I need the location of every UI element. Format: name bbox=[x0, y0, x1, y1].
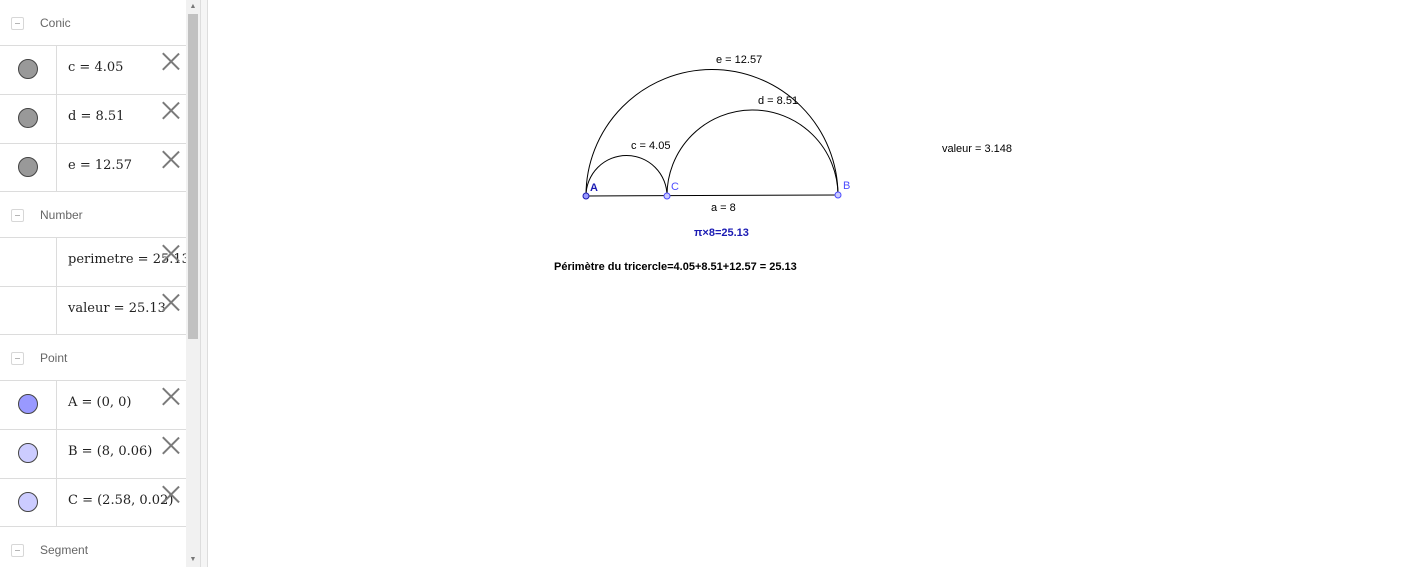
segment-a[interactable] bbox=[585, 194, 839, 197]
label-d: d = 8.51 bbox=[758, 95, 798, 107]
scroll-up-arrow-icon[interactable]: ▲ bbox=[186, 0, 200, 14]
algebra-view: Conic c = 4.05 d = 8.51 e = 12.57 Number… bbox=[0, 0, 186, 567]
delete-B-icon[interactable] bbox=[162, 436, 180, 454]
group-header-segment[interactable]: Segment bbox=[0, 528, 186, 567]
view-splitter[interactable] bbox=[200, 0, 208, 567]
point-A[interactable] bbox=[582, 192, 590, 200]
point-label-B: B bbox=[843, 180, 850, 192]
text-perimeter[interactable]: Périmètre du tricercle=4.05+8.51+12.57 =… bbox=[554, 261, 797, 273]
delete-e-icon[interactable] bbox=[162, 150, 180, 168]
group-title-point: Point bbox=[40, 351, 68, 365]
collapse-segment-icon[interactable] bbox=[11, 543, 24, 557]
group-header-conic[interactable]: Conic bbox=[0, 1, 186, 45]
algebra-row-d[interactable]: d = 8.51 bbox=[0, 94, 186, 143]
marble-cell bbox=[0, 46, 57, 94]
group-title-segment: Segment bbox=[40, 543, 89, 557]
visibility-toggle-A[interactable] bbox=[18, 394, 38, 414]
visibility-toggle-B[interactable] bbox=[18, 443, 38, 463]
graphics-canvas[interactable]: A C B e = 12.57 d = 8.51 c = 4.05 a = 8 … bbox=[208, 0, 1409, 567]
group-header-number[interactable]: Number bbox=[0, 193, 186, 237]
algebra-row-B[interactable]: B = (8, 0.06) bbox=[0, 429, 186, 478]
scroll-down-arrow-icon[interactable]: ▼ bbox=[186, 553, 200, 567]
marble-cell bbox=[0, 381, 57, 429]
group-title-number: Number bbox=[40, 208, 83, 222]
point-label-C: C bbox=[671, 181, 679, 193]
collapse-number-icon[interactable] bbox=[11, 208, 24, 222]
marble-cell bbox=[0, 95, 57, 143]
point-label-A: A bbox=[590, 182, 598, 194]
group-header-point[interactable]: Point bbox=[0, 336, 186, 380]
visibility-toggle-e[interactable] bbox=[18, 157, 38, 177]
marble-cell bbox=[0, 238, 57, 286]
algebra-text-C[interactable]: C = (2.58, 0.02) bbox=[68, 493, 173, 508]
algebra-text-e[interactable]: e = 12.57 bbox=[68, 158, 132, 173]
algebra-text-c[interactable]: c = 4.05 bbox=[68, 60, 123, 75]
delete-C-icon[interactable] bbox=[162, 485, 180, 503]
algebra-text-d[interactable]: d = 8.51 bbox=[68, 109, 124, 124]
semicircle-d[interactable] bbox=[666, 109, 839, 197]
algebra-scrollbar[interactable]: ▲ ▼ bbox=[186, 0, 200, 567]
point-C[interactable] bbox=[663, 192, 671, 200]
delete-d-icon[interactable] bbox=[162, 101, 180, 119]
algebra-text-valeur[interactable]: valeur = 25.13 bbox=[68, 301, 166, 316]
text-valeur[interactable]: valeur = 3.148 bbox=[942, 143, 1012, 155]
algebra-row-c[interactable]: c = 4.05 bbox=[0, 45, 186, 94]
delete-valeur-icon[interactable] bbox=[162, 293, 180, 311]
algebra-row-C[interactable]: C = (2.58, 0.02) bbox=[0, 478, 186, 527]
marble-cell bbox=[0, 287, 57, 334]
scrollbar-thumb[interactable] bbox=[188, 14, 198, 339]
marble-cell bbox=[0, 479, 57, 526]
graphics-view[interactable]: A C B e = 12.57 d = 8.51 c = 4.05 a = 8 … bbox=[208, 0, 1409, 567]
visibility-toggle-c[interactable] bbox=[18, 59, 38, 79]
semicircle-c[interactable] bbox=[585, 155, 668, 197]
visibility-toggle-C[interactable] bbox=[18, 492, 38, 512]
collapse-point-icon[interactable] bbox=[11, 351, 24, 365]
delete-c-icon[interactable] bbox=[162, 52, 180, 70]
semicircle-e[interactable] bbox=[585, 69, 839, 197]
collapse-conic-icon[interactable] bbox=[11, 16, 24, 30]
visibility-toggle-d[interactable] bbox=[18, 108, 38, 128]
label-c: c = 4.05 bbox=[631, 140, 670, 152]
point-B[interactable] bbox=[834, 191, 842, 199]
text-pi-times-8[interactable]: π×8=25.13 bbox=[694, 227, 749, 239]
marble-cell bbox=[0, 144, 57, 191]
group-title-conic: Conic bbox=[40, 16, 71, 30]
delete-A-icon[interactable] bbox=[162, 387, 180, 405]
algebra-row-perimetre[interactable]: perimetre = 25.13 bbox=[0, 237, 186, 286]
algebra-row-A[interactable]: A = (0, 0) bbox=[0, 380, 186, 429]
algebra-text-B[interactable]: B = (8, 0.06) bbox=[68, 444, 152, 459]
label-e: e = 12.57 bbox=[716, 54, 762, 66]
algebra-row-e[interactable]: e = 12.57 bbox=[0, 143, 186, 192]
marble-cell bbox=[0, 430, 57, 478]
algebra-row-valeur[interactable]: valeur = 25.13 bbox=[0, 286, 186, 335]
algebra-text-A[interactable]: A = (0, 0) bbox=[68, 395, 132, 410]
label-a: a = 8 bbox=[711, 202, 736, 214]
delete-perimetre-icon[interactable] bbox=[162, 244, 180, 262]
